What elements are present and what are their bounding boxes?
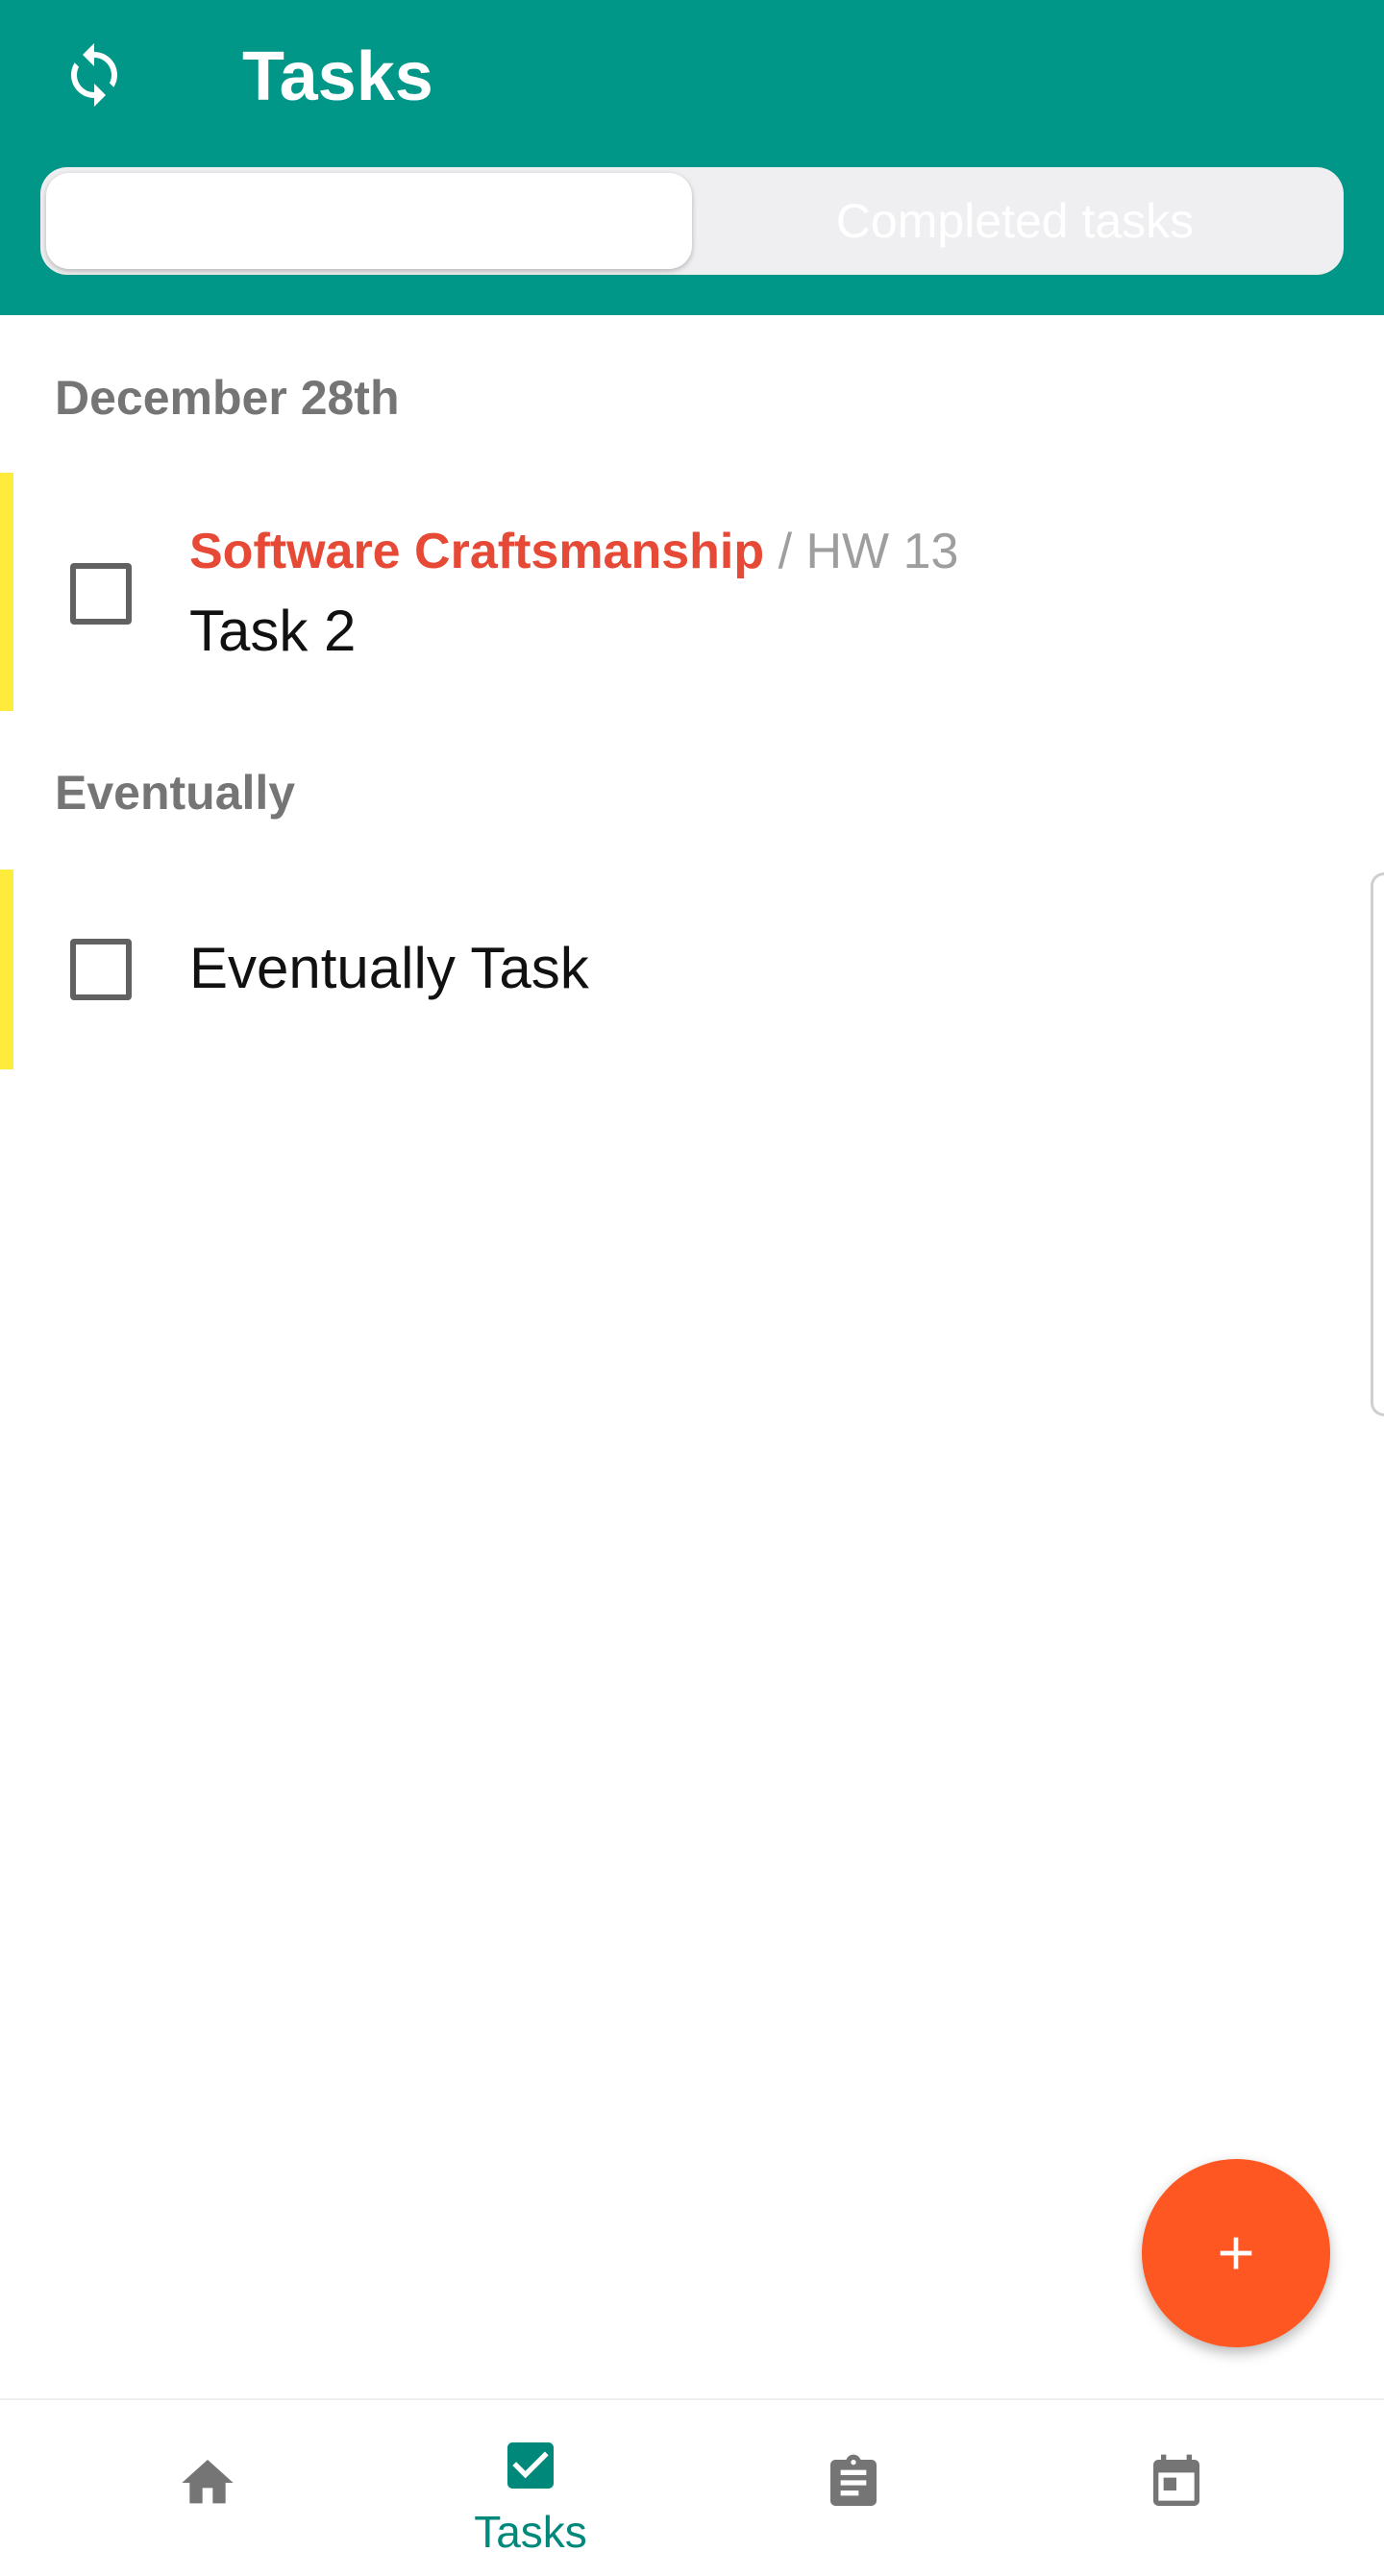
- task-row[interactable]: Eventually Task: [0, 870, 1384, 1069]
- tab-current-tasks[interactable]: [46, 173, 692, 269]
- sync-icon: [71, 43, 117, 107]
- clipboard-icon: [830, 2454, 877, 2506]
- nav-tasks[interactable]: Tasks: [386, 2400, 675, 2576]
- app-header: Tasks Completed tasks: [0, 0, 1384, 315]
- app-root: Tasks Completed tasks December 28th Soft…: [0, 0, 1384, 2576]
- nav-assignments[interactable]: [709, 2400, 998, 2576]
- add-task-button[interactable]: [1142, 2159, 1330, 2347]
- section-header-date: December 28th: [55, 371, 400, 425]
- nav-home[interactable]: [63, 2400, 352, 2576]
- nav-calendar[interactable]: [1032, 2400, 1321, 2576]
- task-title: Task 2: [189, 599, 357, 663]
- task-filter-segmented-control: Completed tasks: [40, 167, 1344, 275]
- nav-tasks-label: Tasks: [474, 2507, 587, 2557]
- task-row[interactable]: Software Craftsmanship / HW 13 Task 2: [0, 473, 1384, 711]
- task-course: Software Craftsmanship: [189, 524, 765, 579]
- calendar-icon: [1153, 2454, 1199, 2506]
- section-header-eventually: Eventually: [55, 766, 296, 820]
- bottom-navigation: Tasks: [0, 2398, 1384, 2576]
- task-title: Eventually Task: [189, 936, 589, 1000]
- task-checkbox[interactable]: [70, 563, 132, 625]
- page-title: Tasks: [242, 38, 433, 115]
- home-icon: [182, 2460, 234, 2504]
- drawer-handle[interactable]: [1371, 872, 1384, 1416]
- plus-icon: [1220, 2237, 1252, 2269]
- task-assignment: / HW 13: [778, 524, 959, 579]
- task-color-stripe: [0, 870, 13, 1069]
- task-color-stripe: [0, 473, 13, 711]
- sync-button[interactable]: [54, 35, 135, 115]
- checkbox-icon: [507, 2442, 554, 2489]
- tab-completed-tasks[interactable]: Completed tasks: [692, 173, 1338, 269]
- task-meta: Software Craftsmanship / HW 13: [189, 523, 958, 580]
- task-checkbox[interactable]: [70, 939, 132, 1000]
